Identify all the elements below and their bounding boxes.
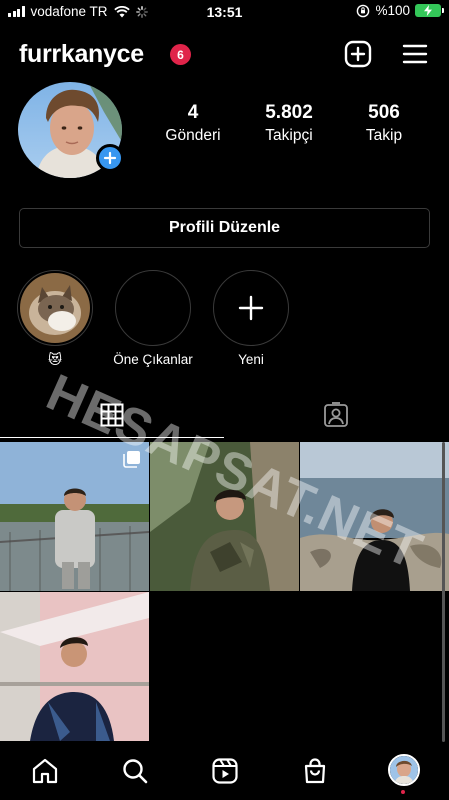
search-icon — [123, 759, 148, 784]
tab-tagged[interactable] — [316, 400, 356, 430]
highlight-item[interactable]: 😻 — [16, 270, 94, 367]
highlight-label: Yeni — [238, 352, 264, 367]
status-bar: vodafone TR 13:51 %100 — [0, 0, 449, 24]
nav-reels[interactable] — [210, 756, 240, 786]
highlight-cover — [17, 270, 93, 346]
plus-square-icon — [344, 40, 372, 68]
nav-search[interactable] — [120, 756, 150, 786]
battery-icon — [415, 4, 444, 17]
new-highlight-button[interactable]: Yeni — [212, 270, 290, 367]
post-thumbnail[interactable] — [0, 442, 149, 591]
new-post-button[interactable] — [343, 39, 373, 69]
nav-shop[interactable] — [300, 756, 330, 786]
highlight-cover — [115, 270, 191, 346]
bottom-navigation — [0, 742, 449, 800]
post-thumbnail[interactable] — [300, 442, 449, 591]
post-thumbnail[interactable] — [150, 442, 299, 591]
profile-icon — [390, 756, 418, 784]
status-right: %100 — [356, 3, 444, 18]
stat-value: 4 — [187, 102, 199, 123]
username-switcher[interactable]: furrkanyce — [19, 40, 144, 69]
profile-activity-dot — [401, 790, 405, 794]
scrollbar[interactable] — [442, 442, 445, 742]
menu-button[interactable] — [400, 39, 430, 69]
carousel-icon — [123, 451, 140, 468]
stat-label: Takip — [365, 127, 403, 144]
tagged-icon — [324, 402, 348, 427]
hamburger-menu-icon — [402, 44, 428, 64]
home-icon — [32, 758, 58, 784]
highlight-cover — [213, 270, 289, 346]
profile-header: furrkanyce 6 — [0, 32, 449, 76]
nav-profile[interactable] — [388, 754, 420, 786]
add-story-button[interactable] — [96, 144, 124, 172]
plus-icon — [238, 295, 264, 321]
stat-following[interactable]: 506 Takip — [344, 102, 424, 145]
battery-percent: %100 — [375, 3, 410, 18]
reels-icon — [212, 758, 238, 784]
grid-icon — [100, 403, 124, 427]
orientation-lock-icon — [357, 4, 370, 17]
plus-icon — [103, 151, 117, 165]
highlight-item[interactable]: Öne Çıkanlar — [113, 270, 193, 367]
nav-home[interactable] — [30, 756, 60, 786]
shop-icon — [304, 758, 326, 784]
stat-followers[interactable]: 5.802 Takipçi — [249, 102, 329, 145]
notification-badge[interactable]: 6 — [170, 44, 191, 65]
stat-posts[interactable]: 4 Gönderi — [153, 102, 233, 145]
stat-value: 506 — [368, 102, 400, 123]
active-tab-indicator — [0, 437, 224, 438]
stat-value: 5.802 — [265, 102, 313, 123]
tab-posts-grid[interactable] — [92, 400, 132, 430]
post-thumbnail[interactable] — [0, 592, 149, 741]
stat-label: Gönderi — [165, 127, 221, 144]
stat-label: Takipçi — [265, 127, 313, 144]
edit-profile-button[interactable]: Profili Düzenle — [19, 208, 430, 248]
